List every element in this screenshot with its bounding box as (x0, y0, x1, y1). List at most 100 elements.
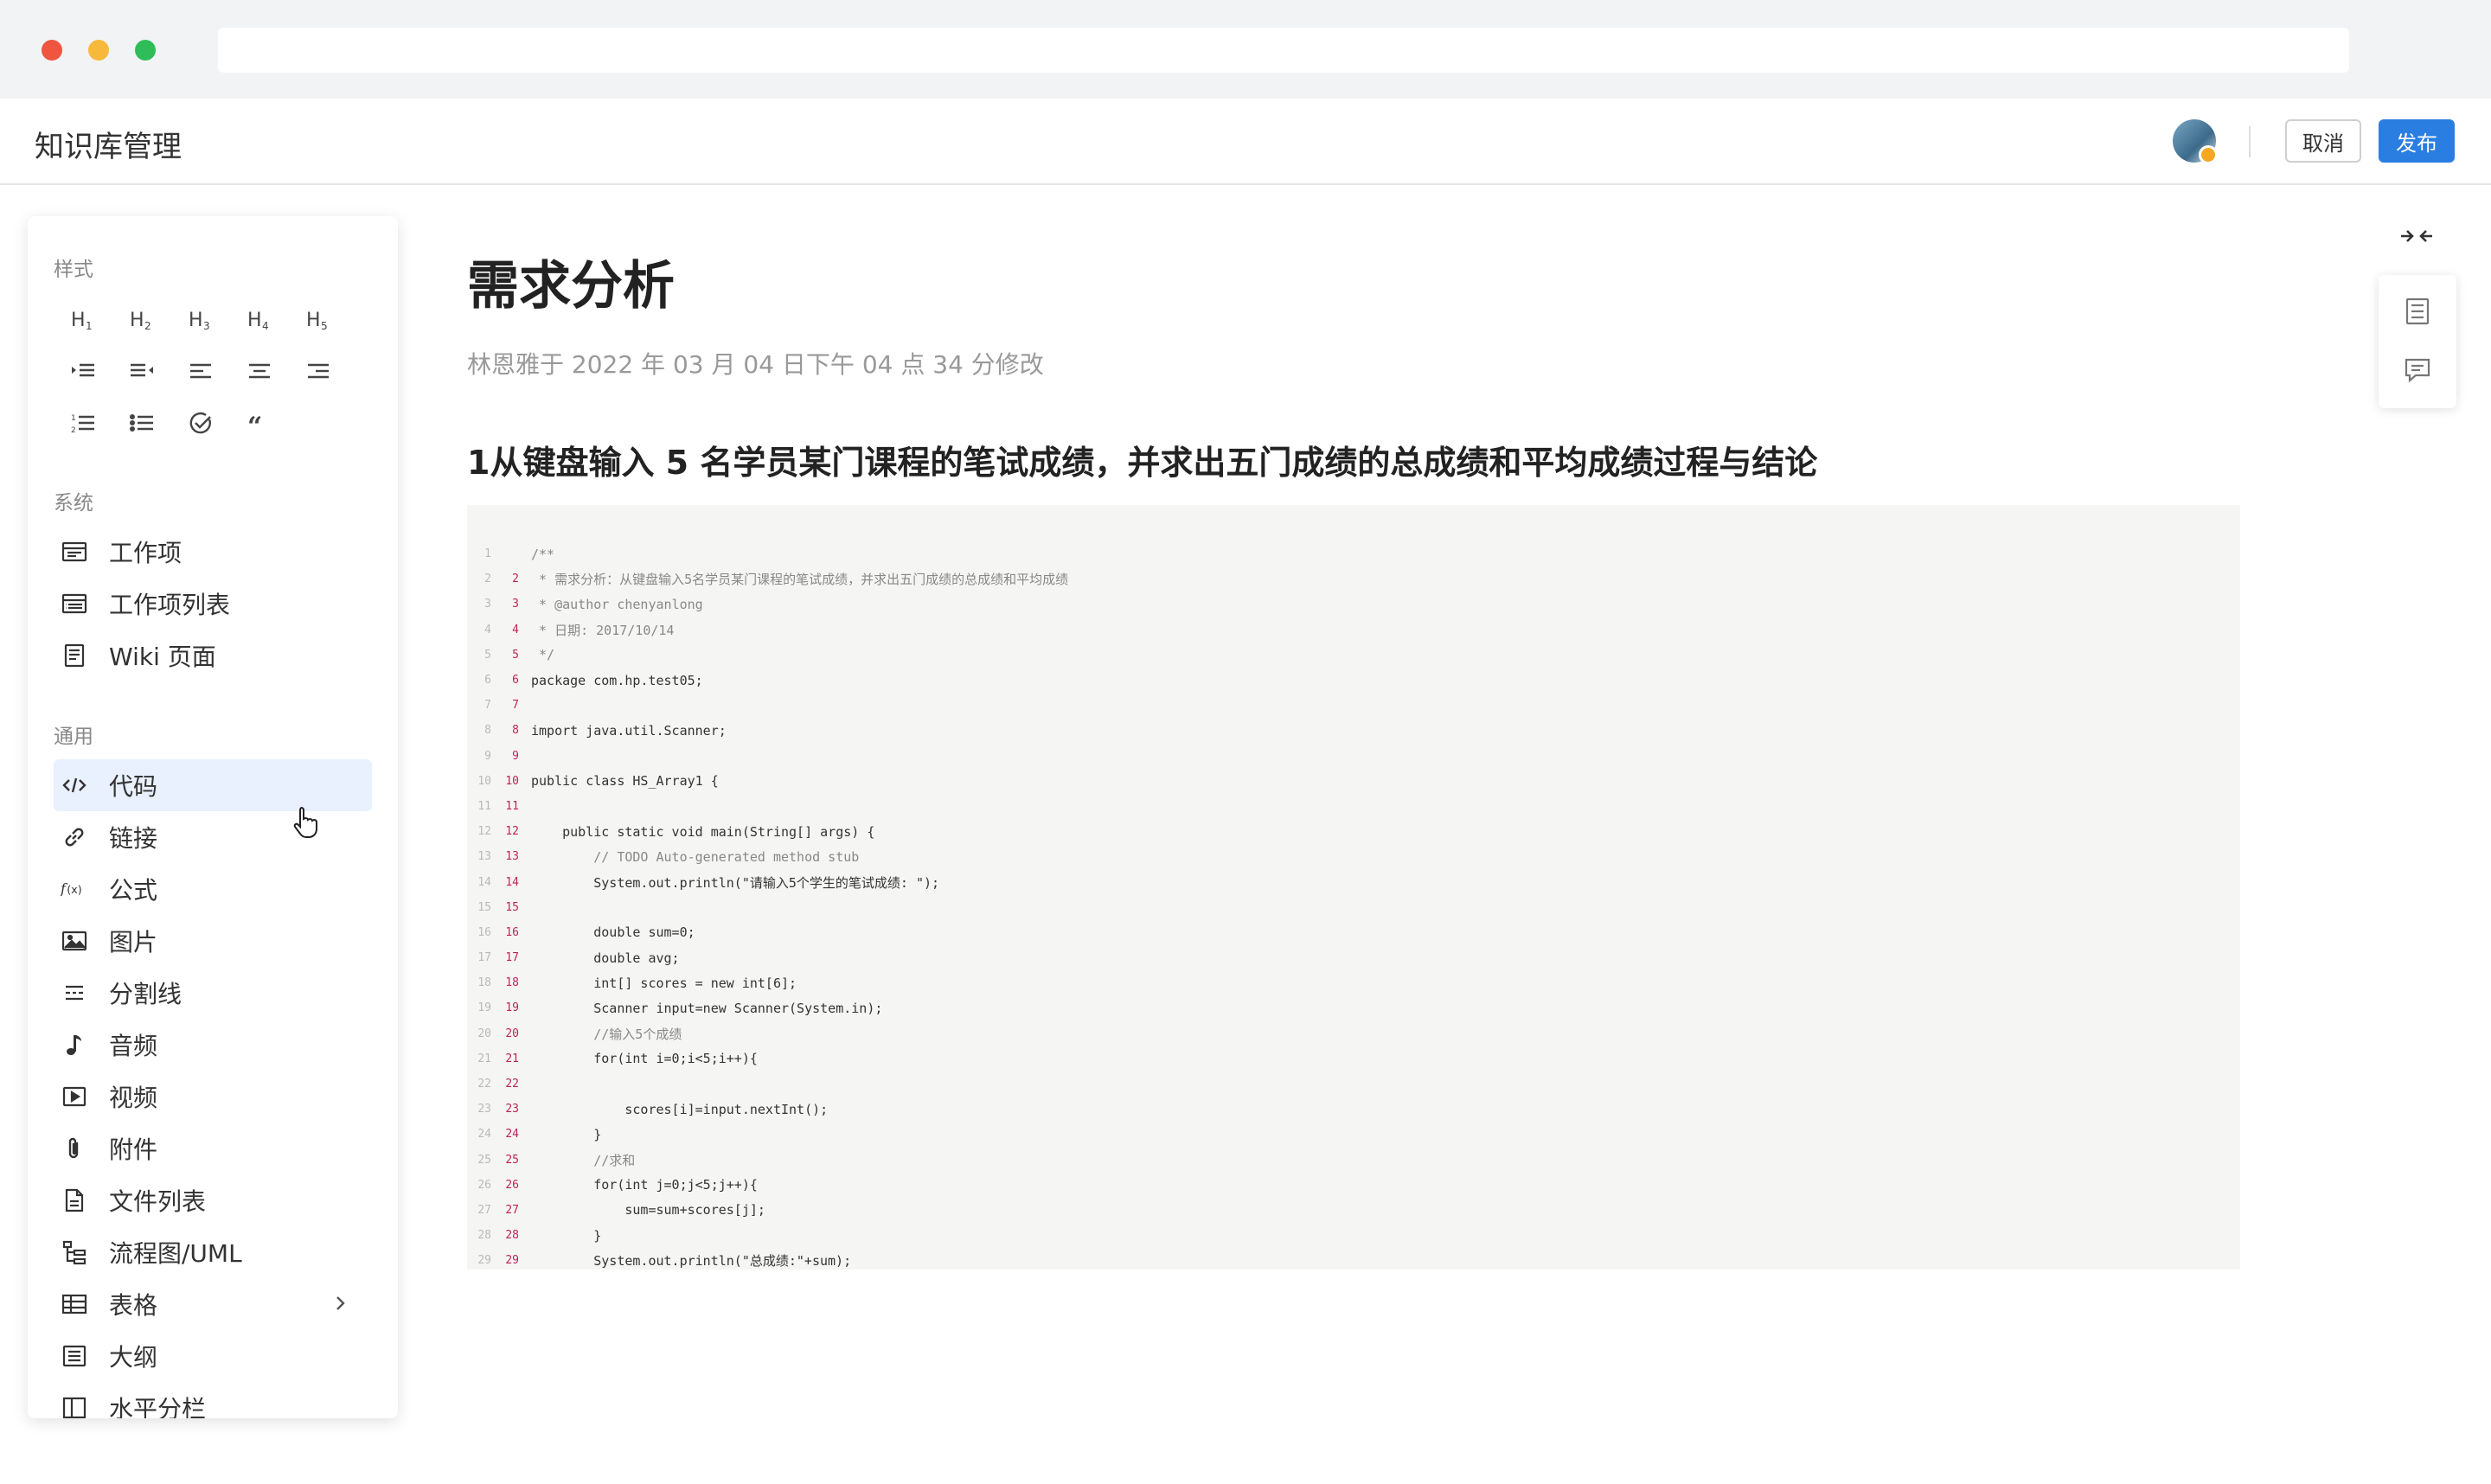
heading-3-button[interactable]: H3 (171, 297, 230, 342)
menu-item-file-list[interactable]: 文件列表 (54, 1174, 372, 1226)
h5-icon: H5 (306, 310, 328, 332)
line-number: 18 (477, 976, 491, 990)
h2-icon: H2 (130, 310, 151, 332)
line-number-2: 29 (505, 1254, 519, 1268)
code-line: 18 18 int[] scores = new int[6]; (467, 970, 2240, 995)
maximize-window-button[interactable] (135, 40, 156, 61)
line-number-2: 26 (505, 1178, 519, 1192)
line-number-2: 15 (505, 900, 519, 914)
heading-1-button[interactable]: H1 (54, 297, 112, 342)
insert-panel: 样式 H1 H2 H3 H4 H5 12 “ 系统 工作项 工作项列表 Wiki… (28, 216, 398, 1418)
general-section-label: 通用 (54, 726, 93, 748)
code-text: for(int j=0;j<5;j++){ (531, 1177, 758, 1193)
line-number: 9 (484, 749, 491, 763)
checklist-button[interactable] (171, 401, 230, 446)
heading-4-button[interactable]: H4 (230, 297, 289, 342)
code-text: System.out.println("请输入5个学生的笔试成绩: "); (531, 874, 940, 891)
line-number: 21 (477, 1052, 491, 1065)
menu-item-wiki-page[interactable]: Wiki 页面 (54, 630, 372, 681)
chevron-right-icon[interactable] (327, 1290, 353, 1316)
code-line: 16 16 double sum=0; (467, 920, 2240, 945)
menu-item-columns[interactable]: 水平分栏 (54, 1382, 372, 1418)
code-line: 12 12 public static void main(String[] ar… (467, 819, 2240, 844)
quote-button[interactable]: “ (230, 401, 289, 446)
collapse-icon[interactable] (2398, 223, 2436, 249)
line-number-2: 6 (512, 674, 519, 688)
line-number-2: 7 (512, 699, 519, 713)
line-number: 15 (477, 900, 491, 914)
cancel-button[interactable]: 取消 (2285, 119, 2361, 163)
page-icon (59, 640, 90, 671)
code-line: 21 21 for(int i=0;i<5;i++){ (467, 1046, 2240, 1071)
code-text: */ (531, 647, 555, 663)
indent-button[interactable] (54, 349, 112, 394)
align-left-button[interactable] (171, 349, 230, 394)
line-number: 8 (484, 724, 491, 738)
code-line: 3 3 * @author chenyanlong (467, 592, 2240, 617)
line-number: 3 (484, 598, 491, 611)
ordered-list-button[interactable]: 12 (54, 401, 112, 446)
menu-item-label: 工作项列表 (109, 591, 231, 619)
link-icon (59, 822, 90, 853)
header-divider (2249, 126, 2251, 157)
line-number: 29 (477, 1254, 491, 1268)
code-line: 99 (467, 744, 2240, 769)
menu-item-formula[interactable]: f (x) 公式 (54, 863, 372, 915)
align-center-button[interactable] (230, 349, 289, 394)
svg-text:1: 1 (86, 320, 93, 332)
avatar[interactable] (2173, 119, 2218, 164)
check-circle-icon (189, 412, 211, 434)
indent-icon (72, 363, 94, 377)
code-icon (59, 770, 90, 801)
line-number: 7 (484, 699, 491, 713)
menu-item-video[interactable]: 视频 (54, 1071, 372, 1123)
ordered-list-icon: 12 (71, 414, 94, 435)
line-number-2: 10 (505, 774, 519, 788)
comment-icon[interactable] (2400, 353, 2435, 387)
line-number: 14 (477, 875, 491, 889)
menu-item-outline[interactable]: 大纲 (54, 1330, 372, 1382)
line-number: 16 (477, 925, 491, 939)
line-number: 20 (477, 1027, 491, 1040)
menu-item-label: 链接 (109, 824, 158, 853)
menu-item-audio[interactable]: 音频 (54, 1019, 372, 1071)
menu-item-attachment[interactable]: 附件 (54, 1123, 372, 1174)
line-number: 1 (484, 547, 491, 561)
menu-item-link[interactable]: 链接 (54, 811, 372, 863)
code-line: 10 10 public class HS_Array1 { (467, 769, 2240, 794)
heading-2-button[interactable]: H2 (112, 297, 171, 342)
outline-toggle-icon[interactable] (2400, 294, 2435, 329)
code-line: 19 19 Scanner input=new Scanner(System.in… (467, 995, 2240, 1020)
code-block[interactable]: 1/** 2 2 * 需求分析：从键盘输入5名学员某门课程的笔试成绩，并求出五门成绩… (467, 505, 2240, 1270)
code-text: * 日期: 2017/10/14 (531, 622, 675, 638)
heading-5-button[interactable]: H5 (289, 297, 348, 342)
menu-item-label: 视频 (109, 1084, 158, 1112)
menu-item-divider[interactable]: 分割线 (54, 967, 372, 1019)
menu-item-image[interactable]: 图片 (54, 915, 372, 967)
menu-item-flowchart[interactable]: 流程图/UML (54, 1226, 372, 1278)
video-icon (59, 1081, 90, 1112)
line-number-2: 4 (512, 623, 519, 636)
minimize-window-button[interactable] (88, 40, 109, 61)
table-list-icon (59, 588, 90, 619)
menu-item-label: 分割线 (109, 980, 183, 1008)
menu-item-work-item-list[interactable]: 工作项列表 (54, 578, 372, 630)
svg-text:1: 1 (71, 414, 76, 423)
line-number: 12 (477, 825, 491, 839)
align-right-button[interactable] (289, 349, 348, 394)
svg-text:“: “ (247, 412, 262, 438)
columns-icon (59, 1392, 90, 1418)
paperclip-icon (59, 1133, 90, 1164)
style-section-label: 样式 (54, 259, 93, 281)
outdent-button[interactable] (112, 349, 171, 394)
address-bar[interactable] (218, 28, 2349, 73)
menu-item-work-item[interactable]: 工作项 (54, 526, 372, 578)
menu-item-table[interactable]: 表格 (54, 1278, 372, 1330)
bullet-list-button[interactable] (112, 401, 171, 446)
menu-item-code[interactable]: 代码 (54, 759, 372, 811)
code-line: 1 /** (467, 541, 2240, 566)
align-right-icon (308, 363, 329, 379)
publish-button[interactable]: 发布 (2379, 119, 2455, 163)
line-number-2: 14 (505, 875, 519, 889)
close-window-button[interactable] (42, 40, 62, 61)
